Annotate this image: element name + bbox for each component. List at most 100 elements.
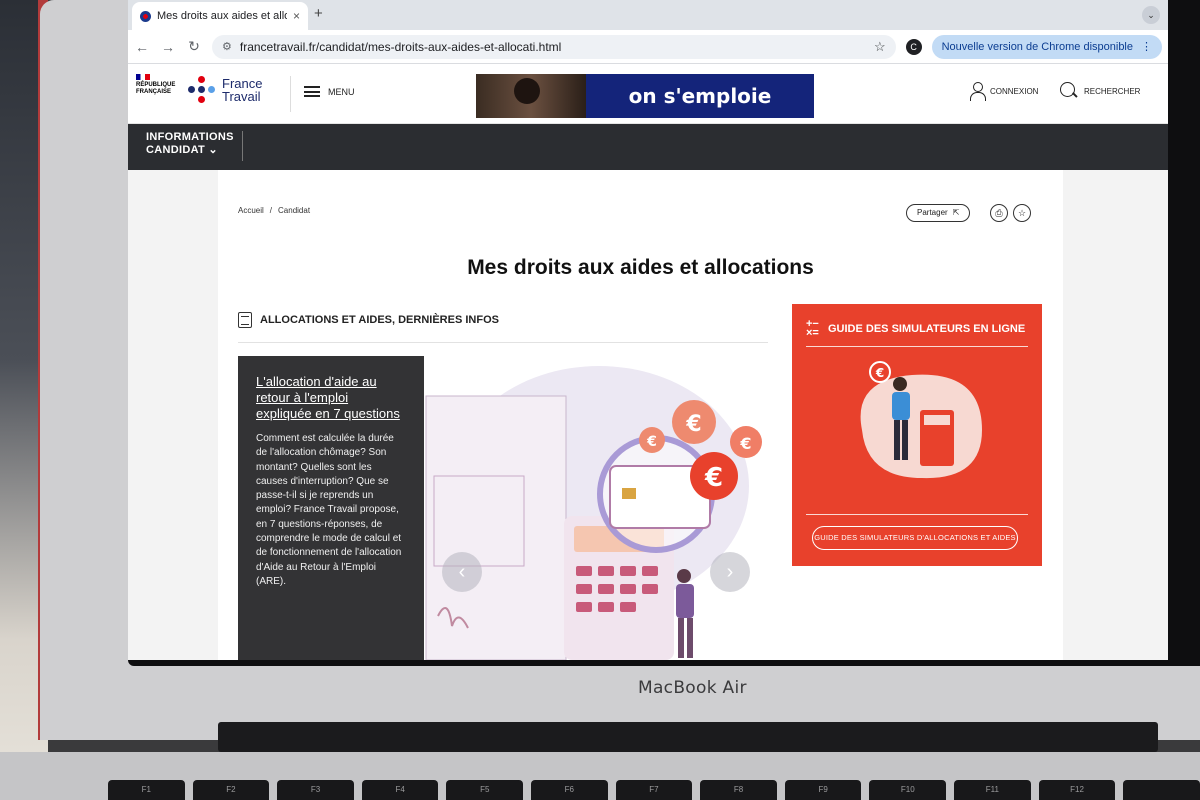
- chevron-down-icon: ⌄: [208, 144, 218, 156]
- laptop-brand: MacBook Air: [638, 678, 747, 698]
- address-bar[interactable]: ⚙ francetravail.fr/candidat/mes-droits-a…: [212, 34, 896, 59]
- keyboard-key: F5: [446, 780, 524, 800]
- site-settings-icon[interactable]: ⚙: [222, 40, 232, 53]
- favorite-button[interactable]: ☆: [1013, 204, 1031, 222]
- newspaper-icon: [238, 312, 252, 328]
- search-button[interactable]: RECHERCHER: [1060, 82, 1140, 100]
- keyboard-key: F4: [361, 780, 439, 800]
- euro-icon: €: [685, 412, 701, 437]
- user-icon: [970, 82, 986, 101]
- simulators-heading: +− ×= GUIDE DES SIMULATEURS EN LIGNE: [806, 318, 1028, 339]
- euro-icon: €: [704, 463, 723, 493]
- gov-label: RÉPUBLIQUE FRANÇAISE: [136, 82, 176, 95]
- close-icon[interactable]: ×: [293, 9, 300, 23]
- laptop-hinge: [218, 722, 1158, 752]
- header-divider: [290, 76, 291, 112]
- kebab-menu-icon[interactable]: ⋮: [1141, 40, 1152, 53]
- keyboard-key: F9: [784, 780, 862, 800]
- france-travail-mark-icon: [188, 76, 216, 104]
- keyboard-key: F3: [277, 780, 354, 800]
- card-chip: [622, 488, 636, 499]
- simulators-guide-button[interactable]: GUIDE DES SIMULATEURS D'ALLOCATIONS ET A…: [812, 526, 1018, 550]
- menu-button[interactable]: MENU: [304, 86, 355, 97]
- profile-avatar[interactable]: C: [905, 38, 922, 55]
- share-label: Partager: [917, 208, 948, 217]
- keyboard-key: F10: [869, 780, 947, 800]
- chrome-update-button[interactable]: Nouvelle version de Chrome disponible ⋮: [931, 34, 1162, 59]
- tab-strip: Mes droits aux aides et alloca × + ⌄: [128, 0, 1168, 30]
- share-button[interactable]: Partager ⇱: [906, 204, 971, 222]
- print-button[interactable]: ⎙: [990, 204, 1008, 222]
- flag-icon: [136, 74, 150, 80]
- forward-arrow-icon[interactable]: →: [160, 39, 176, 55]
- breadcrumb-current: Candidat: [278, 206, 311, 215]
- browser-toolbar: ← → ↻ ⚙ francetravail.fr/candidat/mes-dr…: [128, 30, 1168, 64]
- news-divider: [238, 342, 768, 343]
- carousel-prev-button[interactable]: ‹: [442, 552, 482, 592]
- breadcrumb-separator: /: [269, 206, 273, 215]
- euro-icon: €: [739, 434, 751, 453]
- search-label: RECHERCHER: [1084, 86, 1141, 96]
- sub-navigation: INFORMATIONS CANDIDAT ⌄: [128, 124, 1168, 170]
- tab-search-chevron-icon[interactable]: ⌄: [1142, 6, 1160, 24]
- keyboard-key: F2: [192, 780, 270, 800]
- favicon-icon: [140, 10, 151, 22]
- keyboard-key: F7: [615, 780, 693, 800]
- reload-icon[interactable]: ↻: [186, 38, 202, 55]
- article-summary: Comment est calculée la durée de l'alloc…: [256, 433, 402, 587]
- keyboard-key: F8: [700, 780, 777, 800]
- keyboard-row: F1 F2 F3 F4 F5 F6 F7 F8 F9 F10 F11 F12: [108, 780, 1200, 800]
- promo-banner[interactable]: on s'emploie: [476, 74, 814, 118]
- search-icon: [1060, 82, 1078, 100]
- keyboard-key: [1123, 780, 1200, 800]
- page-container: Accueil / Candidat Partager ⇱ ⎙ ☆ Mes dr…: [218, 170, 1063, 660]
- allowance-illustration: € € € €: [425, 366, 762, 660]
- hamburger-icon: [304, 86, 320, 97]
- chevron-left-icon: ‹: [458, 561, 466, 583]
- content-area: Accueil / Candidat Partager ⇱ ⎙ ☆ Mes dr…: [128, 170, 1168, 660]
- carousel-next-button[interactable]: ›: [710, 552, 750, 592]
- page-title: Mes droits aux aides et allocations: [467, 256, 814, 279]
- candidate-info-dropdown[interactable]: INFORMATIONS CANDIDAT ⌄: [146, 131, 234, 157]
- tab-title: Mes droits aux aides et alloca: [157, 10, 287, 22]
- chevron-right-icon: ›: [726, 561, 734, 583]
- keyboard-key: F1: [108, 780, 185, 800]
- keyboard-key: F11: [954, 780, 1031, 800]
- simulators-divider-bottom: [806, 514, 1028, 515]
- banner-text: on s'emploie: [586, 74, 814, 118]
- simulators-heading-text: GUIDE DES SIMULATEURS EN LIGNE: [828, 323, 1026, 335]
- screen: Mes droits aux aides et alloca × + ⌄ ← →…: [128, 0, 1168, 660]
- menu-label: MENU: [328, 86, 355, 97]
- france-travail-logo[interactable]: France Travail: [188, 76, 262, 104]
- news-heading-text: ALLOCATIONS ET AIDES, DERNIÈRES INFOS: [260, 314, 499, 326]
- new-tab-button[interactable]: +: [314, 5, 323, 22]
- simulators-divider-top: [806, 346, 1028, 347]
- calculator-screen: [924, 415, 950, 425]
- breadcrumb: Accueil / Candidat: [238, 206, 310, 215]
- article-title-link[interactable]: L'allocation d'aide au retour à l'emploi…: [256, 374, 406, 422]
- update-label: Nouvelle version de Chrome disponible: [941, 40, 1133, 53]
- subnav-line2: CANDIDAT: [146, 144, 206, 156]
- news-section-heading: ALLOCATIONS ET AIDES, DERNIÈRES INFOS: [238, 312, 499, 328]
- login-label: CONNEXION: [990, 86, 1039, 96]
- are-article-card[interactable]: L'allocation d'aide au retour à l'emploi…: [238, 356, 424, 660]
- document-sheet: [425, 395, 567, 660]
- simulator-illustration: €: [860, 361, 982, 479]
- site-header: RÉPUBLIQUE FRANÇAISE France Travail MENU…: [128, 64, 1168, 124]
- star-icon: ☆: [1017, 208, 1027, 218]
- euro-icon: €: [646, 434, 657, 450]
- url-text[interactable]: francetravail.fr/candidat/mes-droits-aux…: [240, 40, 866, 54]
- euro-icon: €: [875, 366, 884, 380]
- browser-tab[interactable]: Mes droits aux aides et alloca ×: [132, 2, 308, 30]
- printer-icon: ⎙: [995, 208, 1003, 218]
- calculator-symbols-icon: +− ×=: [806, 318, 819, 339]
- back-arrow-icon[interactable]: ←: [134, 39, 150, 55]
- login-button[interactable]: CONNEXION: [970, 82, 1039, 101]
- banner-photo: [476, 74, 586, 118]
- bookmark-star-icon[interactable]: ☆: [874, 39, 886, 55]
- breadcrumb-home-link[interactable]: Accueil: [238, 206, 264, 215]
- subnav-divider: [242, 131, 243, 161]
- keyboard-key: F6: [531, 780, 608, 800]
- republique-francaise-logo[interactable]: RÉPUBLIQUE FRANÇAISE: [136, 74, 180, 96]
- simulators-card[interactable]: +− ×= GUIDE DES SIMULATEURS EN LIGNE € G…: [792, 304, 1042, 566]
